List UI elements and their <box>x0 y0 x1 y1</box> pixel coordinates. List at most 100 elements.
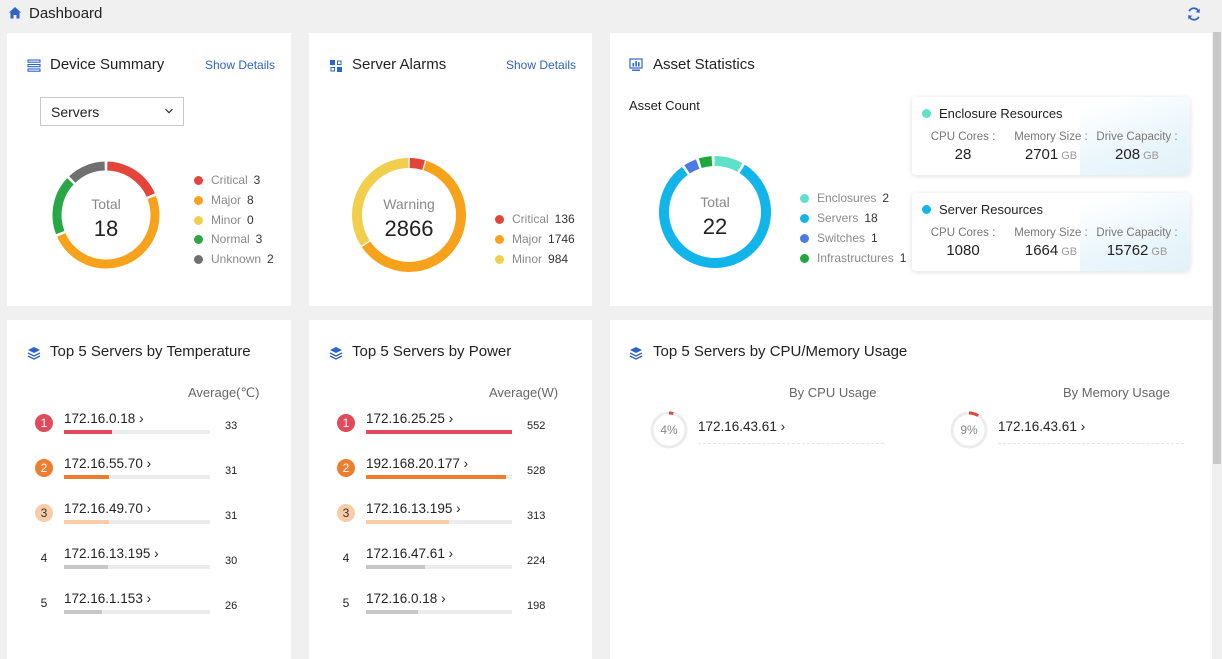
top-power-title: Top 5 Servers by Power <box>352 343 512 360</box>
legend-item-switches[interactable]: Switches 1 <box>800 231 878 247</box>
legend-item-major[interactable]: Major 8 <box>194 193 254 209</box>
legend-dot <box>194 215 203 225</box>
legend-value: 136 <box>554 212 575 226</box>
legend-dot <box>495 235 504 244</box>
rank-bar-fill <box>366 565 426 569</box>
device-summary-title: Device Summary <box>50 56 165 73</box>
rank-bar-track <box>64 475 210 479</box>
layers-icon <box>27 347 41 360</box>
server-ip-link[interactable]: 172.16.47.61 › <box>366 546 453 561</box>
legend-item-enclosures[interactable]: Enclosures 2 <box>800 191 889 207</box>
enclosure-memory-value: 2701 GB <box>1024 146 1078 163</box>
scrollbar-thumb[interactable] <box>1213 32 1221 464</box>
legend-dot <box>800 214 809 223</box>
server-ip-link[interactable]: 172.16.13.195 › <box>64 546 159 561</box>
server-ip-link[interactable]: 172.16.25.25 › <box>366 411 453 426</box>
home-icon[interactable] <box>8 6 22 20</box>
server-ip-link[interactable]: 172.16.0.18 › <box>366 591 446 606</box>
legend-item-critical[interactable]: Critical 136 <box>495 212 575 228</box>
rank-bar-track <box>366 430 512 434</box>
rank-badge: 4 <box>342 551 350 565</box>
donut-segment-critical[interactable] <box>106 161 155 198</box>
rank-bar-fill <box>366 520 449 524</box>
refresh-icon[interactable] <box>1186 6 1202 22</box>
rank-bar-fill <box>64 520 110 524</box>
device-summary-show-details[interactable]: Show Details <box>205 58 275 72</box>
server-ip-link[interactable]: 192.168.20.177 › <box>366 456 468 471</box>
cpu-usage-heading: By CPU Usage <box>789 385 877 400</box>
server-ip-link[interactable]: 172.16.0.18 › <box>64 411 144 426</box>
legend-label: Minor <box>512 252 543 266</box>
donut-segment-unknown[interactable] <box>69 161 106 183</box>
server-alarms-show-details[interactable]: Show Details <box>506 58 576 72</box>
donut-segment-critical[interactable] <box>409 158 426 170</box>
legend-label: Major <box>512 232 543 246</box>
server-cpu-value: 1080 <box>946 242 980 259</box>
legend-label: Switches <box>817 231 866 245</box>
server-ip-link[interactable]: 172.16.43.61 › <box>698 419 785 434</box>
usage-divider <box>698 443 884 444</box>
donut-segment-infrastructures[interactable] <box>698 156 713 169</box>
device-list-icon <box>27 59 41 72</box>
enclosure-cpu-label: CPU Cores : <box>930 131 996 143</box>
server-alarms-donut <box>352 158 466 272</box>
legend-item-infrastructures[interactable]: Infrastructures 1 <box>800 251 906 267</box>
legend-item-normal[interactable]: Normal 3 <box>194 232 262 248</box>
page-title: Dashboard <box>29 5 103 22</box>
server-alarms-card: Server Alarms Show Details Warning 2866 … <box>309 33 592 306</box>
alarm-center-label: Warning <box>383 196 435 212</box>
device-type-select[interactable]: Servers <box>40 97 184 126</box>
legend-value: 2 <box>267 252 274 267</box>
enclosure-cpu-value: 28 <box>954 146 972 163</box>
legend-item-minor[interactable]: Minor 984 <box>495 252 568 268</box>
rank-value: 31 <box>225 510 238 522</box>
donut-segment-switches[interactable] <box>684 159 700 174</box>
rank-value: 528 <box>527 465 546 477</box>
ranking-row: 4 172.16.47.61 › 224 <box>337 546 577 585</box>
vertical-scrollbar[interactable] <box>1212 32 1222 659</box>
donut-segment-normal[interactable] <box>52 178 74 235</box>
server-memory-value: 1664 GB <box>1024 242 1078 259</box>
server-ip-link[interactable]: 172.16.49.70 › <box>64 501 151 516</box>
rank-value: 552 <box>527 420 546 432</box>
legend-item-unknown[interactable]: Unknown 2 <box>194 252 274 268</box>
legend-dot <box>194 176 203 185</box>
rank-value: 30 <box>225 555 238 567</box>
ranking-row: 5 172.16.0.18 › 198 <box>337 591 577 630</box>
donut-segment-enclosures[interactable] <box>714 156 743 172</box>
legend-item-major[interactable]: Major 1746 <box>495 232 575 248</box>
rank-bar-track <box>64 520 210 524</box>
chevron-down-icon <box>165 108 173 114</box>
rank-value: 26 <box>225 600 238 612</box>
usage-row: 4% 172.16.43.61 › <box>648 409 898 453</box>
device-summary-donut <box>52 161 160 269</box>
ranking-row: 3 172.16.13.195 › 313 <box>337 501 577 540</box>
server-ip-link[interactable]: 172.16.13.195 › <box>366 501 461 516</box>
server-ip-link[interactable]: 172.16.55.70 › <box>64 456 151 471</box>
asset-total-label: Total <box>700 194 730 210</box>
server-ip-link[interactable]: 172.16.43.61 › <box>998 419 1085 434</box>
legend-item-minor[interactable]: Minor 0 <box>194 213 254 229</box>
top-temperature-title: Top 5 Servers by Temperature <box>50 343 251 360</box>
legend-item-critical[interactable]: Critical 3 <box>194 173 260 189</box>
legend-label: Unknown <box>211 252 262 267</box>
server-cpu-label: CPU Cores : <box>930 227 996 239</box>
legend-label: Critical <box>512 212 549 226</box>
rank-bar-track <box>366 520 512 524</box>
asset-count-donut <box>659 156 771 268</box>
rank-bar-track <box>64 610 210 614</box>
ranking-row: 3 172.16.49.70 › 31 <box>35 501 275 540</box>
legend-dot <box>800 254 809 263</box>
ranking-row: 1 172.16.0.18 › 33 <box>35 411 275 450</box>
legend-item-servers[interactable]: Servers 18 <box>800 211 878 227</box>
rank-value: 31 <box>225 465 238 477</box>
legend-label: Critical <box>211 173 248 187</box>
legend-value: 18 <box>864 211 878 225</box>
layers-icon <box>329 347 343 360</box>
legend-value: 8 <box>247 192 254 207</box>
legend-value: 1746 <box>548 232 575 246</box>
ranking-row: 2 172.16.55.70 › 31 <box>35 456 275 495</box>
rank-bar-fill <box>366 610 419 614</box>
device-type-select-value: Servers <box>51 104 100 120</box>
server-ip-link[interactable]: 172.16.1.153 › <box>64 591 151 606</box>
